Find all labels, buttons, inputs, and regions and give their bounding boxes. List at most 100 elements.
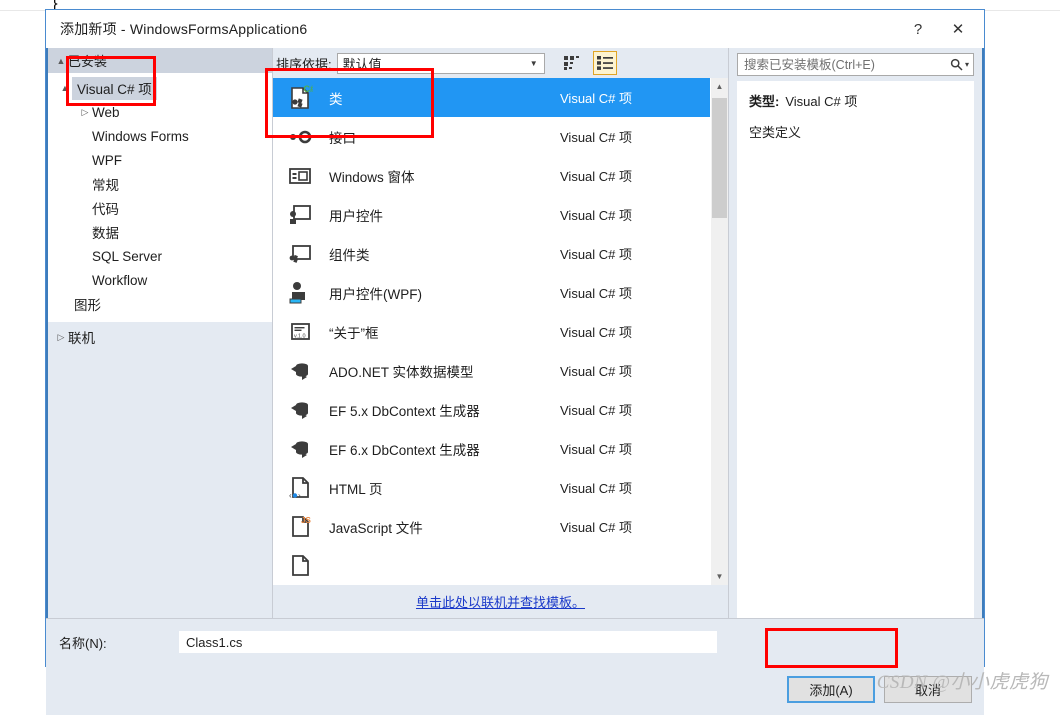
chevron-down-icon: ▲	[60, 83, 70, 93]
list-item-name: 类	[329, 91, 343, 107]
tree-item-label: 联机	[68, 331, 95, 346]
template-list-container: C# 类 Visual C# 项	[273, 78, 728, 585]
sort-value: 默认值	[342, 56, 382, 72]
search-input[interactable]	[744, 57, 950, 72]
list-item[interactable]: Windows 窗体 Visual C# 项	[273, 156, 710, 195]
about-box-icon: v.1.0	[285, 317, 315, 347]
add-new-item-dialog: 添加新项 - WindowsFormsApplication6 ? ✕ ▲ 已安…	[45, 9, 985, 715]
sidebar-item-general[interactable]: 常规	[48, 172, 272, 196]
name-row: 名称(N):	[46, 619, 984, 653]
list-item-type: Visual C# 项	[560, 247, 633, 262]
list-item-type: Visual C# 项	[560, 130, 633, 145]
list-item-partial[interactable]	[273, 546, 710, 585]
help-icon[interactable]: ?	[898, 14, 938, 44]
user-control-icon	[285, 200, 315, 230]
list-item[interactable]: 用户控件(WPF) Visual C# 项	[273, 273, 710, 312]
svg-text:v.1.0: v.1.0	[294, 333, 306, 339]
list-item[interactable]: ADO.NET 实体数据模型 Visual C# 项	[273, 351, 710, 390]
svg-text:›: ›	[298, 491, 301, 500]
tree-item-label: 代码	[92, 202, 119, 217]
ado-net-entity-icon	[285, 395, 315, 425]
tree-items: ▲ Visual C# 项 ▷ Web Windows Forms WPF 常规	[48, 73, 272, 322]
sidebar-item-web[interactable]: ▷ Web	[48, 100, 272, 124]
list-item-name: Windows 窗体	[329, 169, 415, 185]
svg-text:C#: C#	[304, 85, 314, 94]
list-item-type: Visual C# 项	[560, 91, 633, 106]
ado-net-entity-icon	[285, 434, 315, 464]
list-item[interactable]: 组件类 Visual C# 项	[273, 234, 710, 273]
sidebar-item-code[interactable]: 代码	[48, 196, 272, 220]
search-icon-group: ▾	[950, 58, 969, 71]
list-view-icon	[596, 56, 613, 70]
search-icon	[950, 58, 963, 71]
interface-icon	[285, 122, 315, 152]
online-templates-row: 单击此处以联机并查找模板。	[273, 585, 728, 618]
list-item[interactable]: EF 6.x DbContext 生成器 Visual C# 项	[273, 429, 710, 468]
sidebar-item-graphics[interactable]: 图形	[48, 292, 272, 316]
list-view-button[interactable]	[592, 51, 617, 75]
scrollbar-thumb[interactable]	[712, 98, 727, 218]
chevron-down-icon[interactable]: ▾	[965, 60, 969, 69]
name-label: 名称(N):	[59, 635, 107, 651]
tree-item-label: SQL Server	[92, 248, 163, 264]
html-page-icon: ‹ ›	[285, 473, 315, 503]
grid-view-icon	[563, 56, 579, 70]
list-item-type: Visual C# 项	[560, 403, 633, 418]
list-item[interactable]: C# 类 Visual C# 项	[273, 78, 710, 117]
titlebar-buttons: ? ✕	[898, 14, 978, 44]
sidebar-item-online[interactable]: ▷ 联机	[48, 322, 272, 352]
sidebar-item-workflow[interactable]: Workflow	[48, 268, 272, 292]
list-item-name: JavaScript 文件	[329, 520, 423, 536]
javascript-file-icon: JS	[285, 512, 315, 542]
list-item[interactable]: JS JavaScript 文件 Visual C# 项	[273, 507, 710, 546]
list-scrollbar[interactable]: ▲ ▼	[710, 78, 728, 585]
tree-item-label: Workflow	[92, 272, 148, 288]
dialog-footer: 名称(N): 添加(A) 取消	[46, 618, 984, 715]
template-category-tree: ▲ 已安装 ▲ Visual C# 项 ▷ Web Windows Forms …	[46, 48, 272, 618]
ado-net-entity-icon	[285, 356, 315, 386]
sort-label: 排序依据:	[276, 56, 332, 72]
list-item-name: EF 5.x DbContext 生成器	[329, 403, 480, 419]
name-input[interactable]	[179, 631, 717, 653]
chevron-right-icon: ▷	[57, 331, 65, 342]
scroll-down-icon[interactable]: ▼	[711, 568, 728, 585]
tree-item-label: 图形	[74, 298, 101, 313]
sidebar-item-data[interactable]: 数据	[48, 220, 272, 244]
csdn-watermark: CSDN @小小虎虎狗	[876, 672, 1048, 693]
list-item-name: 用户控件(WPF)	[329, 286, 422, 302]
sidebar-item-sql-server[interactable]: SQL Server	[48, 244, 272, 268]
list-item[interactable]: ‹ › HTML 页 Visual C# 项	[273, 468, 710, 507]
sort-dropdown[interactable]: 默认值 ▼	[336, 52, 545, 74]
list-item[interactable]: EF 5.x DbContext 生成器 Visual C# 项	[273, 390, 710, 429]
search-box[interactable]: ▾	[737, 53, 974, 76]
chevron-right-icon: ▷	[81, 106, 89, 117]
scroll-up-icon[interactable]: ▲	[711, 78, 728, 95]
list-item-type: Visual C# 项	[560, 208, 633, 223]
list-item[interactable]: v.1.0 “关于”框 Visual C# 项	[273, 312, 710, 351]
tree-item-label: Visual C# 项	[72, 76, 157, 100]
list-item-type: Visual C# 项	[560, 481, 633, 496]
sidebar-item-windows-forms[interactable]: Windows Forms	[48, 124, 272, 148]
template-type-value: Visual C# 项	[785, 94, 858, 109]
tree-group-installed[interactable]: ▲ 已安装	[48, 48, 272, 73]
list-item-type: Visual C# 项	[560, 520, 633, 535]
template-list: C# 类 Visual C# 项	[273, 78, 710, 585]
tree-item-label: 数据	[92, 226, 119, 241]
list-item[interactable]: 接口 Visual C# 项	[273, 117, 710, 156]
sidebar-item-visual-csharp[interactable]: ▲ Visual C# 项	[48, 76, 272, 100]
list-item[interactable]: 用户控件 Visual C# 项	[273, 195, 710, 234]
grid-view-button[interactable]	[561, 51, 585, 75]
online-templates-link[interactable]: 单击此处以联机并查找模板。	[416, 592, 585, 611]
template-list-pane: 排序依据: 默认值 ▼ C 类 Visual C# 项 接口 Visual C#…	[272, 48, 729, 618]
list-item-type: Visual C# 项	[560, 325, 633, 340]
close-icon[interactable]: ✕	[938, 14, 978, 44]
dialog-title: 添加新项 - WindowsFormsApplication6	[60, 21, 308, 37]
sort-toolbar: 排序依据: 默认值 ▼	[273, 48, 728, 78]
list-item-type: Visual C# 项	[560, 286, 633, 301]
list-item-name: HTML 页	[329, 481, 383, 497]
svg-text:JS: JS	[301, 516, 311, 525]
template-type-row: 类型: Visual C# 项	[749, 91, 964, 110]
add-button[interactable]: 添加(A)	[787, 676, 875, 703]
list-item-type: Visual C# 项	[560, 442, 633, 457]
sidebar-item-wpf[interactable]: WPF	[48, 148, 272, 172]
